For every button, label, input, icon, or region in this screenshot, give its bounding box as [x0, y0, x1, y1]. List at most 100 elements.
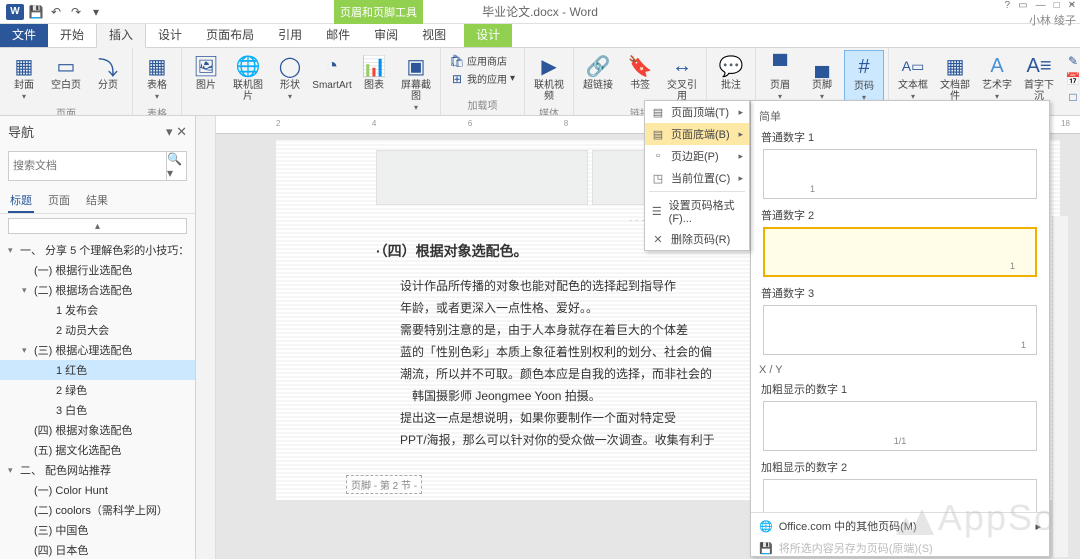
- pagenum-menu-item[interactable]: ▤页面底端(B)▸: [645, 123, 749, 145]
- undo-icon[interactable]: ↶: [48, 4, 64, 20]
- date-time-button[interactable]: 📅日期和时间: [1063, 70, 1080, 87]
- my-apps-button[interactable]: ⊞我的应用 ▾: [447, 70, 518, 87]
- outline-item[interactable]: 3 白色: [0, 400, 195, 420]
- outline-tree: ▾一、 分享 5 个理解色彩的小技巧：(一) 根据行业选配色▾(二) 根据场合选…: [0, 238, 195, 559]
- outline-item[interactable]: 2 绿色: [0, 380, 195, 400]
- pagenum-menu-item[interactable]: ☰设置页码格式(F)...: [645, 194, 749, 228]
- group-pages: ▦封面▾ ▭空白页 ⤵分页 页面: [0, 48, 133, 115]
- pagenum-menu-item[interactable]: ▫页边距(P)▸: [645, 145, 749, 167]
- user-name[interactable]: 小林 绫子: [1029, 12, 1076, 28]
- nav-tab-pages[interactable]: 页面: [46, 189, 72, 213]
- cover-page-button[interactable]: ▦封面▾: [4, 50, 44, 104]
- outline-item[interactable]: (四) 日本色: [0, 540, 195, 559]
- outline-item[interactable]: ▾(二) 根据场合选配色: [0, 280, 195, 300]
- outline-item[interactable]: (二) coolors（需科学上网）: [0, 500, 195, 520]
- nav-tab-results[interactable]: 结果: [84, 189, 110, 213]
- gallery-item-label: 普通数字 3: [757, 283, 1043, 303]
- shapes-button[interactable]: ◯形状▾: [270, 50, 310, 104]
- gallery-preview[interactable]: 1: [763, 149, 1037, 199]
- bookmark-button[interactable]: 🔖书签: [620, 50, 660, 93]
- blank-page-button[interactable]: ▭空白页: [46, 50, 86, 93]
- screenshot-button[interactable]: ▣屏幕截图▾: [396, 50, 436, 115]
- page-break-button[interactable]: ⤵分页: [88, 50, 128, 93]
- tab-mailings[interactable]: 邮件: [314, 22, 362, 47]
- tab-file[interactable]: 文件: [0, 22, 48, 47]
- doc-image-placeholder: [376, 150, 588, 205]
- vertical-scrollbar[interactable]: [1052, 216, 1068, 557]
- outline-item[interactable]: 2 动员大会: [0, 320, 195, 340]
- tab-review[interactable]: 审阅: [362, 22, 410, 47]
- tab-references[interactable]: 引用: [266, 22, 314, 47]
- smartart-button[interactable]: ◔SmartArt: [312, 50, 352, 93]
- group-addins: 🛍应用商店 ⊞我的应用 ▾ 加载项: [441, 48, 525, 115]
- pictures-button[interactable]: 🖼图片: [186, 50, 226, 93]
- help-icon[interactable]: ?: [1005, 0, 1011, 11]
- gallery-preview[interactable]: 1/1: [763, 401, 1037, 451]
- tab-view[interactable]: 视图: [410, 22, 458, 47]
- app-store-button[interactable]: 🛍应用商店: [447, 52, 518, 69]
- gallery-item-label: 普通数字 1: [757, 127, 1043, 147]
- pagenum-menu-item[interactable]: ✕删除页码(R): [645, 228, 749, 250]
- outline-item[interactable]: (五) 据文化选配色: [0, 440, 195, 460]
- pagenum-menu-item[interactable]: ◳当前位置(C)▸: [645, 167, 749, 189]
- wordart-button[interactable]: A艺术字▾: [977, 50, 1017, 104]
- nav-pane-title: 导航: [8, 122, 34, 141]
- gallery-preview[interactable]: 1: [763, 305, 1037, 355]
- online-pictures-button[interactable]: 🌐联机图片: [228, 50, 268, 104]
- signature-line-button[interactable]: ✎签名行 ▾: [1063, 52, 1080, 69]
- outline-item[interactable]: (一) 根据行业选配色: [0, 260, 195, 280]
- gallery-category-label: X / Y: [757, 361, 1043, 379]
- outline-item[interactable]: 1 发布会: [0, 300, 195, 320]
- tab-home[interactable]: 开始: [48, 22, 96, 47]
- search-input[interactable]: [9, 152, 166, 180]
- document-title: 毕业论文.docx - Word: [482, 3, 598, 20]
- footer-button[interactable]: ▄页脚▾: [802, 50, 842, 104]
- ribbon-tabs: 文件 开始 插入 设计 页面布局 引用 邮件 审阅 视图 设计: [0, 24, 1080, 48]
- object-button[interactable]: □对象 ▾: [1063, 88, 1080, 105]
- outline-item[interactable]: ▾(三) 根据心理选配色: [0, 340, 195, 360]
- textbox-button[interactable]: A▭文本框▾: [893, 50, 933, 104]
- outline-item[interactable]: ▾二、 配色网站推荐: [0, 460, 195, 480]
- group-label-pages: 页面: [4, 104, 128, 116]
- titlebar: W 💾 ↶ ↷ ▾ 页眉和页脚工具 毕业论文.docx - Word ? ▭ —…: [0, 0, 1080, 24]
- header-button[interactable]: ▀页眉▾: [760, 50, 800, 104]
- tab-layout[interactable]: 页面布局: [194, 22, 266, 47]
- comment-button[interactable]: 💬批注: [711, 50, 751, 93]
- nav-close-icon[interactable]: ▾ ✕: [166, 124, 187, 140]
- save-icon[interactable]: 💾: [28, 4, 44, 20]
- page-number-button[interactable]: #页码▾: [844, 50, 884, 106]
- pagenum-menu-item[interactable]: ▤页面顶端(T)▸: [645, 101, 749, 123]
- outline-item[interactable]: ▾一、 分享 5 个理解色彩的小技巧：: [0, 240, 195, 260]
- hyperlink-button[interactable]: 🔗超链接: [578, 50, 618, 93]
- gallery-more-office-button[interactable]: 🌐Office.com 中的其他页码(M)▸: [755, 515, 1045, 537]
- group-tables: ▦表格▾ 表格: [133, 48, 182, 115]
- online-video-button[interactable]: ▶联机视频: [529, 50, 569, 104]
- outline-item[interactable]: (三) 中国色: [0, 520, 195, 540]
- outline-item[interactable]: (四) 根据对象选配色: [0, 420, 195, 440]
- contextual-tab-title: 页眉和页脚工具: [334, 0, 423, 24]
- outline-item[interactable]: (一) Color Hunt: [0, 480, 195, 500]
- search-icon[interactable]: 🔍▾: [166, 152, 186, 180]
- redo-icon[interactable]: ↷: [68, 4, 84, 20]
- nav-tab-headings[interactable]: 标题: [8, 189, 34, 213]
- ribbon-display-icon[interactable]: ▭: [1018, 0, 1027, 11]
- gallery-save-selection-button: 💾将所选内容另存为页码(原端)(S): [755, 537, 1045, 557]
- gallery-preview[interactable]: 1/1: [763, 479, 1037, 512]
- quick-access-toolbar: W 💾 ↶ ↷ ▾: [0, 4, 104, 20]
- tab-design[interactable]: 设计: [146, 22, 194, 47]
- nav-top-bar[interactable]: ▴: [8, 218, 187, 234]
- tab-insert[interactable]: 插入: [96, 21, 146, 48]
- gallery-preview-selected[interactable]: 1: [763, 227, 1037, 277]
- table-button[interactable]: ▦表格▾: [137, 50, 177, 104]
- cross-reference-button[interactable]: ↔交叉引用: [662, 50, 702, 104]
- tab-headerfooter-design[interactable]: 设计: [464, 22, 512, 47]
- group-label-media: 媒体: [529, 104, 569, 116]
- qat-dropdown-icon[interactable]: ▾: [88, 4, 104, 20]
- maximize-icon[interactable]: □: [1054, 0, 1060, 11]
- gallery-item-label: 普通数字 2: [757, 205, 1043, 225]
- minimize-icon[interactable]: —: [1036, 0, 1046, 11]
- outline-item[interactable]: 1 红色: [0, 360, 195, 380]
- gallery-item-label: 加粗显示的数字 1: [757, 379, 1043, 399]
- chart-button[interactable]: 📊图表: [354, 50, 394, 93]
- nav-search-box[interactable]: 🔍▾: [8, 151, 187, 181]
